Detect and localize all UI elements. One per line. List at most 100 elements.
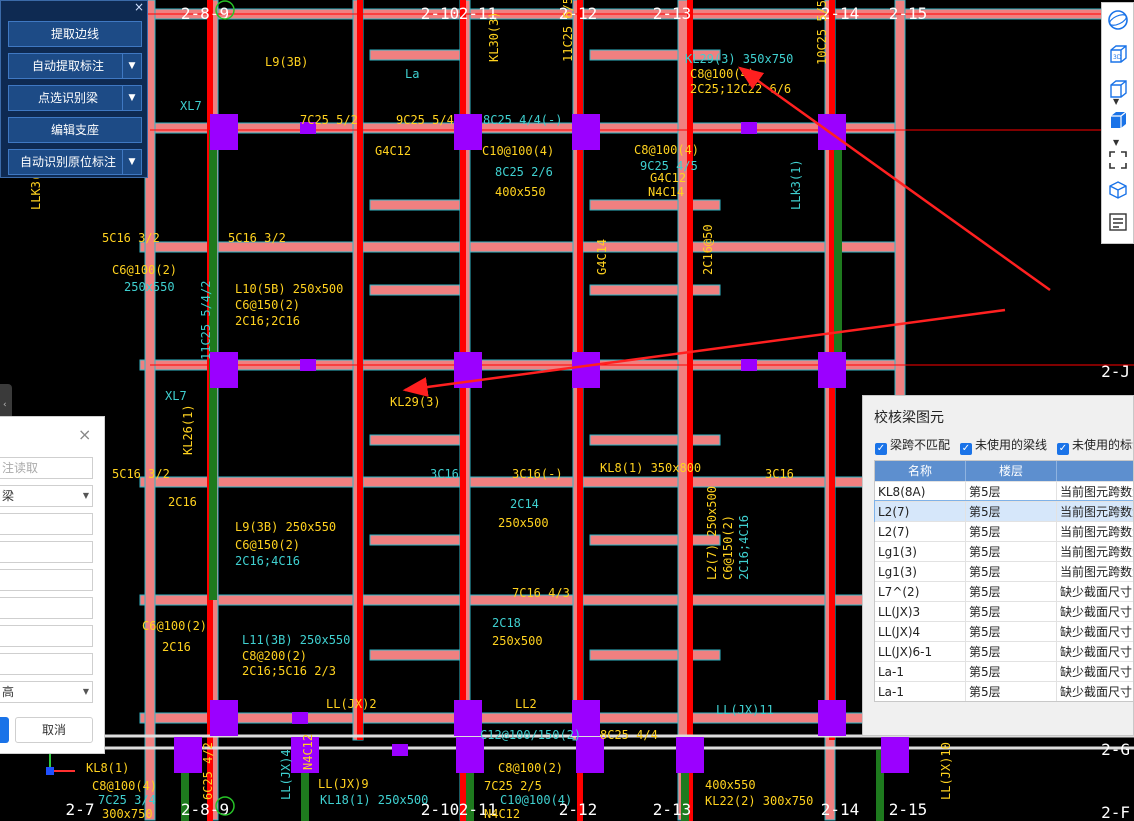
dropdown-arrow-icon[interactable]: ▼ bbox=[122, 86, 141, 110]
beam-annotation: 2C16;2C16 bbox=[235, 314, 300, 328]
cancel-button[interactable]: 取消 bbox=[15, 717, 93, 743]
dialog-input[interactable] bbox=[0, 541, 93, 563]
column bbox=[572, 352, 600, 388]
beam-annotation: 5C16 3/2 bbox=[112, 467, 170, 481]
dropdown-arrow-icon[interactable]: ▼ bbox=[122, 54, 141, 78]
cell-name: La-1 bbox=[878, 685, 905, 699]
tool-button-2[interactable]: 自动提取标注 ▼ bbox=[8, 53, 142, 79]
cell-description: 当前图元跨数大于原位标注跨数 bbox=[1056, 562, 1133, 581]
beam-annotation: LLk3(1) bbox=[789, 159, 803, 210]
tool-button-1[interactable]: 提取边线 bbox=[8, 21, 142, 47]
cell-description: 当前图元跨数大于原位标注跨数 bbox=[1056, 482, 1133, 501]
beam-annotation: 2C16;4C16 bbox=[235, 554, 300, 568]
cell-description: 缺少截面尺寸,无法生成 bbox=[1056, 622, 1133, 641]
horizontal-beam bbox=[589, 649, 721, 661]
tool-button-3[interactable]: 点选识别梁 ▼ bbox=[8, 85, 142, 111]
beam-annotation: C6@150(2) bbox=[235, 298, 300, 312]
column-header-description[interactable] bbox=[1056, 461, 1133, 481]
beam-annotation: 10C25 5/5 bbox=[815, 0, 829, 65]
beam-annotation: 2C16;4C16 bbox=[737, 515, 751, 580]
cell-floor: 第5层 bbox=[965, 522, 1056, 541]
tool-button-4[interactable]: 编辑支座 bbox=[8, 117, 142, 143]
beam-annotation: C6@100(2) bbox=[142, 619, 207, 633]
column-small bbox=[292, 712, 308, 724]
tool-button-5[interactable]: 自动识别原位标注 ▼ bbox=[8, 149, 142, 175]
beam-annotation: L2(7) 250x500 bbox=[705, 486, 719, 580]
beam-annotation: KL8(1) 350x800 bbox=[600, 461, 701, 475]
cell-description: 缺少截面尺寸,无法生成 bbox=[1056, 642, 1133, 661]
beam-annotation: G4C12 bbox=[375, 144, 411, 158]
horizontal-beam bbox=[589, 284, 721, 296]
table-row[interactable]: L2(7) 第5层当前图元跨数大于原位标注跨数 bbox=[875, 521, 1133, 541]
dialog-input[interactable] bbox=[0, 513, 93, 535]
column-header-floor[interactable]: 楼层 bbox=[965, 461, 1056, 481]
cell-floor: 第5层 bbox=[965, 642, 1056, 661]
tool-panel-close-icon[interactable]: × bbox=[134, 1, 144, 13]
horizontal-beam bbox=[369, 649, 461, 661]
dropdown-arrow-icon[interactable]: ▼ bbox=[122, 150, 141, 174]
table-row[interactable]: La-1 第5层缺少截面尺寸,无法生成 bbox=[875, 681, 1133, 701]
cube-3d-icon[interactable]: 3D bbox=[1107, 43, 1129, 65]
beam-annotation: N4C12 bbox=[484, 807, 520, 821]
pointer-arrow bbox=[402, 308, 1006, 397]
dialog-select[interactable]: 高 ▼ bbox=[0, 681, 93, 703]
filter-checkbox[interactable]: ✓未使用的标注 bbox=[1057, 436, 1133, 455]
beam-annotation: KL29(3) 350x750 bbox=[685, 52, 793, 66]
table-row[interactable]: Lg1(3) 第5层当前图元跨数大于原位标注跨数 bbox=[875, 541, 1133, 561]
svg-text:3D: 3D bbox=[1113, 54, 1122, 61]
column bbox=[881, 737, 909, 773]
table-row[interactable]: LL(JX)6-1 第5层缺少截面尺寸,无法生成 bbox=[875, 641, 1133, 661]
sphere-icon[interactable] bbox=[1107, 9, 1129, 31]
cell-description: 缺少截面尺寸,无法生成 bbox=[1056, 602, 1133, 621]
table-row[interactable]: LL(JX)3 第5层缺少截面尺寸,无法生成 bbox=[875, 601, 1133, 621]
chevron-down-icon[interactable]: ▼ bbox=[1113, 139, 1119, 147]
beam-annotation: 8C25 4/4 bbox=[600, 728, 658, 742]
confirm-button[interactable] bbox=[0, 717, 9, 743]
axis-label-bottom: 2-13 bbox=[653, 800, 692, 819]
table-row[interactable]: KL8(8A) 第5层当前图元跨数大于原位标注跨数 bbox=[875, 481, 1133, 501]
table-row[interactable]: L2(7) 第5层当前图元跨数大于原位标注跨数 bbox=[874, 500, 1133, 522]
cell-name: L7^(2) bbox=[878, 585, 920, 599]
dialog-input[interactable] bbox=[0, 597, 93, 619]
filter-checkbox[interactable]: ✓ 未使用的梁线 bbox=[960, 436, 1047, 455]
beam-annotation: N4C12 bbox=[301, 734, 315, 770]
dialog-input[interactable]: 注读取 bbox=[0, 457, 93, 479]
filter-checkbox[interactable]: ✓ 梁跨不匹配 bbox=[875, 436, 950, 455]
cell-name: KL8(8A) bbox=[878, 485, 926, 499]
beam-annotation: 11C25 5/4/2 bbox=[199, 281, 213, 360]
chevron-down-icon: ▼ bbox=[82, 687, 89, 696]
cell-name: Lg1(3) bbox=[878, 545, 917, 559]
fit-view-icon[interactable] bbox=[1107, 149, 1129, 171]
list-view-icon[interactable] bbox=[1107, 211, 1129, 233]
dialog-input[interactable] bbox=[0, 653, 93, 675]
chevron-down-icon[interactable]: ▼ bbox=[1113, 98, 1119, 106]
field-value: 梁 bbox=[2, 489, 15, 503]
dialog-close-icon[interactable]: × bbox=[78, 425, 91, 444]
dialog-select[interactable]: 梁 ▼ bbox=[0, 485, 93, 507]
beam-annotation: LL(JX)10 bbox=[939, 742, 953, 800]
beam-annotation: L9(3B) bbox=[265, 55, 308, 69]
beam-annotation: 5C16 3/2 bbox=[228, 231, 286, 245]
table-row[interactable]: Lg1(3) 第5层当前图元跨数大于原位标注跨数 bbox=[875, 561, 1133, 581]
table-row[interactable]: La-1 第5层缺少截面尺寸,无法生成 bbox=[875, 661, 1133, 681]
table-row[interactable]: L7^(2) 第5层缺少截面尺寸,无法生成 bbox=[875, 581, 1133, 601]
beam-annotation: 250x550 bbox=[124, 280, 175, 294]
cell-description: 缺少截面尺寸,无法生成 bbox=[1056, 682, 1133, 701]
column bbox=[676, 737, 704, 773]
table-row[interactable]: LL(JX)4 第5层缺少截面尺寸,无法生成 bbox=[875, 621, 1133, 641]
horizontal-beam bbox=[589, 199, 721, 211]
cell-name: LL(JX)4 bbox=[878, 625, 921, 639]
dialog-input[interactable] bbox=[0, 625, 93, 647]
horizontal-beam bbox=[369, 434, 461, 446]
dialog-input[interactable] bbox=[0, 569, 93, 591]
table-header: 名称 楼层 bbox=[875, 461, 1133, 481]
cell-name: L2(7) bbox=[878, 525, 910, 539]
beam-annotation: C6@150(2) bbox=[235, 538, 300, 552]
box-icon[interactable] bbox=[1107, 179, 1129, 201]
beam-annotation: LL(JX)4 bbox=[279, 749, 293, 800]
cube-solid-icon[interactable] bbox=[1107, 109, 1129, 131]
beam-annotation: XL7 bbox=[165, 389, 187, 403]
column-header-name[interactable]: 名称 bbox=[875, 461, 965, 481]
tool-button-label: 点选识别梁 bbox=[37, 91, 98, 105]
axis-label-bottom: 2-14 bbox=[821, 800, 860, 819]
